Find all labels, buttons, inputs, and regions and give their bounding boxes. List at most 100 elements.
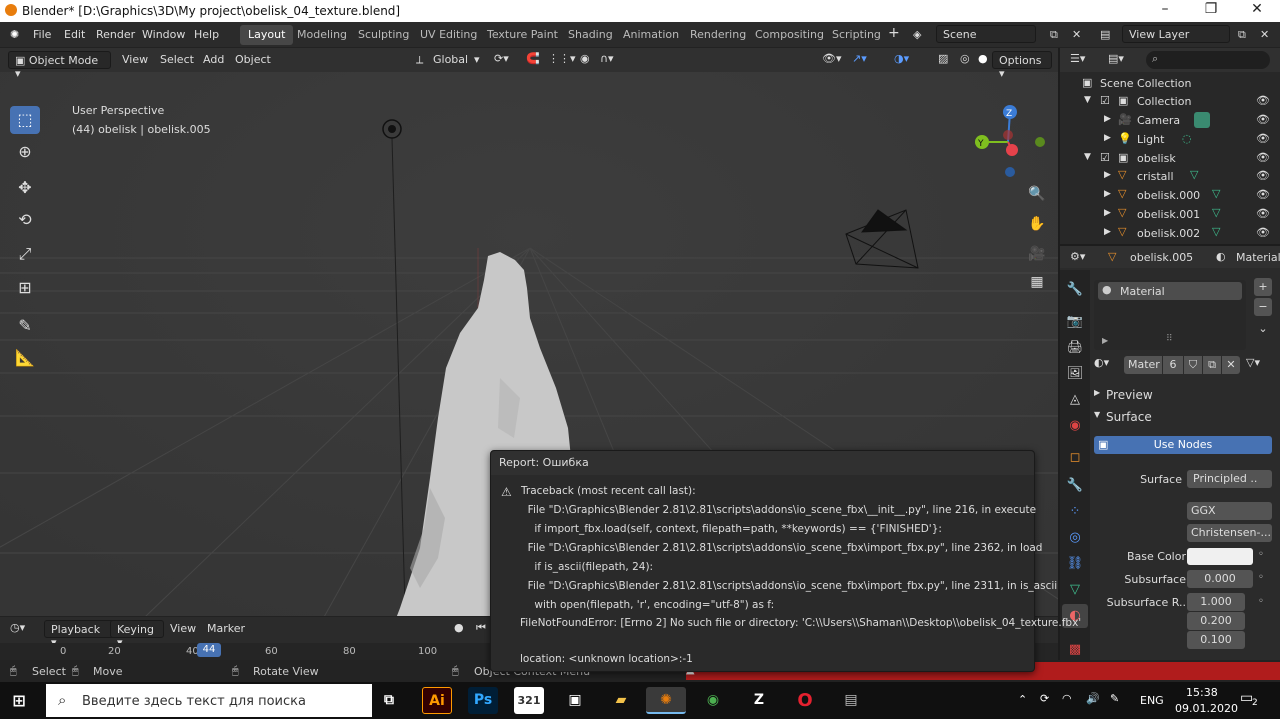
tab-texture-icon[interactable]: ▩ [1062,638,1088,662]
select-box-tool[interactable]: ⬚ [10,106,40,134]
minimize-icon[interactable]: – [1142,1,1188,21]
copy-scene-icon[interactable]: ⧉ [1050,28,1058,42]
checkbox-icon[interactable]: ☑ [1100,94,1110,107]
viewport-menu-view[interactable]: View [122,53,148,66]
copy-view-layer-icon[interactable]: ⧉ [1238,28,1246,42]
tab-texture-paint[interactable]: Texture Paint [479,25,566,45]
gizmo-icon[interactable]: ↗▾ [852,52,867,65]
use-nodes-button[interactable]: ▣ Use Nodes [1094,436,1272,454]
tab-mesh-data-icon[interactable]: ▽ [1062,578,1088,602]
tab-animation[interactable]: Animation [615,25,687,45]
tab-particles-icon[interactable]: ⁘ [1062,500,1088,524]
menu-help[interactable]: Help [194,28,219,41]
mode-dropdown[interactable]: ▣ Object Mode ▾ [8,51,111,80]
eye-icon[interactable]: 👁 [1256,151,1270,164]
timeline-menu-marker[interactable]: Marker [207,622,245,635]
language-indicator[interactable]: ENG [1140,694,1164,707]
tray-chevron-icon[interactable]: ⌃ [1018,693,1027,706]
tab-shading[interactable]: Shading [560,25,621,45]
expand-arrow-icon[interactable]: ▶ [1104,170,1111,180]
material-name-field[interactable]: Mater [1124,356,1162,374]
record-icon[interactable]: ● [454,621,464,634]
scene-name-field[interactable]: Scene [936,25,1036,43]
scale-tool[interactable]: ⤢ [10,240,40,268]
eye-icon[interactable]: 👁 [1256,207,1270,220]
expand-arrow-icon[interactable]: ▶ [1104,189,1111,199]
volume-icon[interactable]: 🔊 [1086,692,1100,705]
overlay-icon[interactable]: ◑▾ [894,52,909,65]
tab-scene-icon[interactable]: ◬ [1062,388,1088,412]
photoshop-app-icon[interactable]: Ps [468,687,498,714]
eye-icon[interactable]: 👁 [1256,132,1270,145]
snap-target-icon[interactable]: ⋮⋮▾ [548,52,576,65]
zoom-icon[interactable]: 🔍 [1022,180,1052,208]
expand-arrow-icon[interactable]: ▶ [1104,208,1111,218]
resize-handle-icon[interactable]: ⠿ [1166,334,1173,344]
jump-start-icon[interactable]: ⏮ [476,621,486,635]
taskbar-search-input[interactable]: ⌕ Введите здесь текст для поиска [46,684,372,717]
clock-time[interactable]: 15:38 [1186,686,1218,699]
solid-shading-icon[interactable]: ● [978,52,988,65]
add-slot-icon[interactable]: + [1254,278,1272,296]
timeline-menu-keying[interactable]: Keying ▾ [110,620,164,649]
viewport-menu-object[interactable]: Object [235,53,271,66]
pivot-icon[interactable]: ⟳▾ [494,52,509,65]
fake-user-shield-icon[interactable]: ⛉ [1184,356,1202,374]
cursor-tool[interactable]: ⊕ [10,138,40,166]
subsurface-radius-x[interactable]: 1.000 [1187,593,1245,611]
eye-icon[interactable]: 👁 [1256,169,1270,182]
view-layer-field[interactable]: View Layer [1122,25,1230,43]
tab-scripting[interactable]: Scripting [824,25,889,45]
section-surface[interactable]: ▼ Surface [1094,408,1276,426]
add-workspace-icon[interactable]: + [888,25,900,41]
remove-view-layer-icon[interactable]: ✕ [1260,28,1269,41]
checkbox-icon[interactable]: ☑ [1100,151,1110,164]
tab-modeling[interactable]: Modeling [289,25,355,45]
subsurface-radius-y[interactable]: 0.200 [1187,612,1245,630]
menu-file[interactable]: File [33,28,51,41]
expand-arrow-icon[interactable]: ▶ [1102,336,1108,345]
tab-constraints-icon[interactable]: ⛓ [1062,552,1088,576]
eye-icon[interactable]: 👁 [1256,113,1270,126]
eye-icon[interactable]: 👁 [1256,94,1270,107]
network-app-icon[interactable]: ▤ [836,687,866,714]
clock-date[interactable]: 09.01.2020 [1175,702,1238,715]
remove-slot-icon[interactable]: − [1254,298,1272,316]
material-users-count[interactable]: 6 [1163,356,1183,374]
section-preview[interactable]: ▶ Preview [1094,386,1276,404]
close-icon[interactable]: ✕ [1234,1,1280,21]
expand-arrow-icon[interactable]: ▶ [1104,114,1111,124]
outliner-row-obelisk-000[interactable]: ▶ ▽ obelisk.000 ▽ 👁 [1060,186,1280,205]
material-slot-list[interactable]: ● Material ▶ ⠿ [1094,280,1246,350]
tray-app-icon[interactable]: ⟳ [1040,692,1049,705]
material-slot-row[interactable]: ● Material [1098,282,1242,300]
rotate-tool[interactable]: ⟲ [10,206,40,234]
annotate-tool[interactable]: ✎ [10,312,40,340]
menu-edit[interactable]: Edit [64,28,85,41]
timeline-menu-view[interactable]: View [170,622,196,635]
wifi-icon[interactable]: ◠ [1062,692,1072,705]
current-frame-indicator[interactable]: 44 [197,643,221,657]
tab-tool-icon[interactable]: 🔧 [1062,278,1088,302]
link-socket-icon[interactable]: ◦ [1258,572,1264,583]
subsurface-method-dropdown[interactable]: Christensen-... [1187,524,1272,542]
subsurface-radius-z[interactable]: 0.100 [1187,631,1245,649]
expand-arrow-icon[interactable]: ▼ [1084,152,1091,162]
chrome-app-icon[interactable]: ◉ [698,687,728,714]
media-app-icon[interactable]: ▣ [560,687,590,714]
display-mode-icon[interactable]: ▤▾ [1108,52,1124,65]
distribution-dropdown[interactable]: GGX [1187,502,1272,520]
link-socket-icon[interactable]: ◦ [1258,596,1264,607]
options-dropdown[interactable]: Options ▾ [992,51,1052,80]
wireframe-shading-icon[interactable]: ◎ [960,52,970,65]
camera-view-icon[interactable]: 🎥 [1022,240,1052,268]
tab-uv-editing[interactable]: UV Editing [412,25,485,45]
editor-type-icon[interactable]: ☰▾ [1070,52,1085,65]
link-socket-icon[interactable]: ◦ [1258,549,1264,560]
menu-window[interactable]: Window [142,28,185,41]
tab-physics-icon[interactable]: ◎ [1062,526,1088,550]
maximize-icon[interactable]: ❐ [1188,1,1234,21]
surface-shader-field[interactable]: Principled .. [1187,470,1272,488]
unlink-material-icon[interactable]: ✕ [1222,356,1240,374]
illustrator-app-icon[interactable]: Ai [422,687,452,714]
